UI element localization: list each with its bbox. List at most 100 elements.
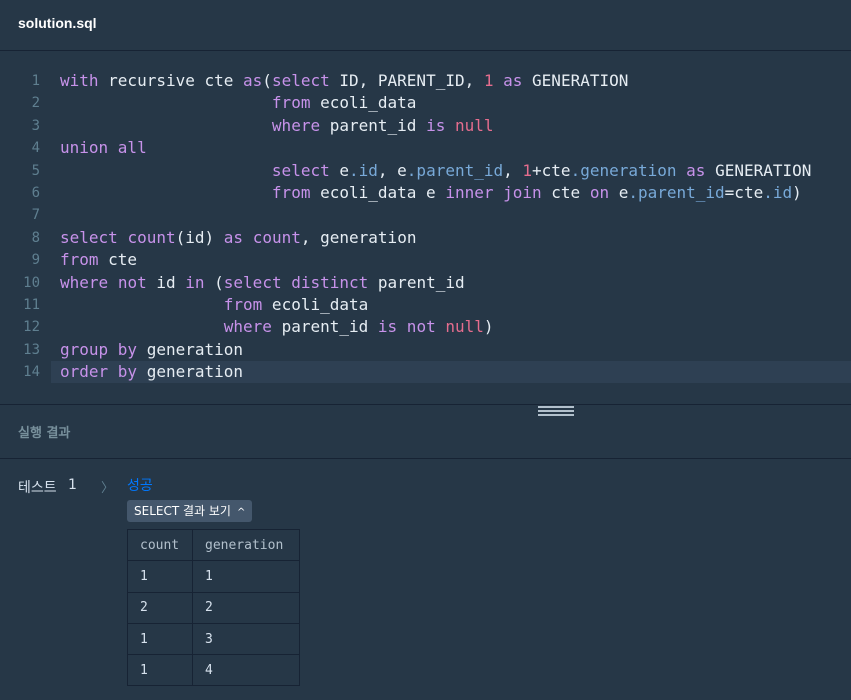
code-text: select e.id, e.parent_id, 1+cte.generati… — [60, 160, 811, 182]
code-token: select — [271, 160, 330, 180]
code-text: union all — [60, 137, 147, 159]
code-line[interactable]: 3 where parent_id is null — [0, 115, 851, 137]
code-line[interactable]: 9 from cte — [0, 249, 851, 271]
code-token: GENERATION — [522, 71, 629, 90]
code-token: from — [223, 294, 263, 314]
table-cell: 1 — [127, 622, 193, 656]
code-line[interactable]: 11 from ecoli_data — [0, 294, 851, 316]
code-token: id — [146, 272, 186, 292]
code-token: ) — [483, 317, 494, 337]
table-row: 1 3 — [127, 622, 300, 656]
code-text: order by generation — [60, 361, 243, 383]
code-token: .parent_id — [406, 160, 504, 180]
code-text: from cte — [60, 249, 137, 271]
line-number: 3 — [31, 117, 40, 134]
code-token: with — [60, 71, 99, 90]
code-line[interactable]: 4 union all — [0, 137, 851, 159]
code-token: ID, PARENT_ID, — [329, 71, 484, 90]
code-token: .generation — [570, 160, 677, 180]
code-line[interactable]: 1 with recursive cte as(select ID, PARENT… — [0, 70, 851, 92]
code-token: ) — [792, 182, 802, 202]
line-number: 1 — [31, 73, 40, 89]
code-token: null — [454, 115, 494, 135]
code-line[interactable]: 10 where not id in (select distinct paren… — [0, 272, 851, 294]
code-line[interactable]: 13 group by generation — [0, 339, 851, 361]
code-token: =cte — [724, 182, 764, 202]
code-lines[interactable]: 1 with recursive cte as(select ID, PARENT… — [0, 70, 851, 384]
code-token: as — [686, 160, 706, 180]
file-title: solution.sql — [18, 15, 97, 31]
result-header: 실행 결과 — [0, 405, 851, 459]
code-token: from — [60, 250, 99, 270]
chevron-up-icon: ^ — [236, 507, 246, 518]
code-token: generation — [137, 362, 244, 382]
code-token: GENERATION — [705, 160, 812, 180]
code-token: where — [223, 317, 272, 337]
select-button-label: SELECT 결과 보기 — [134, 504, 231, 518]
code-token: not — [117, 272, 147, 292]
code-token: union all — [60, 138, 147, 158]
code-token: group by — [60, 339, 138, 359]
table-cell: 1 — [127, 654, 193, 687]
code-text: where parent_id is null — [60, 115, 494, 137]
test-number: 1 — [68, 477, 77, 493]
code-line[interactable]: 14 order by generation — [0, 361, 851, 384]
code-text: select count(id) as count, generation — [60, 227, 416, 249]
chevron-right-icon: 〉 — [101, 481, 115, 496]
code-token: recursive cte — [98, 71, 244, 90]
code-token: as — [223, 227, 244, 247]
test-label: 테스트 — [18, 480, 57, 496]
table-header-row: count generation — [127, 528, 300, 562]
code-token: ( — [262, 71, 272, 90]
code-token: as — [243, 71, 263, 90]
line-number: 2 — [31, 95, 40, 112]
code-token: select — [271, 71, 330, 90]
code-text: with recursive cte as(select ID, PARENT_… — [60, 70, 628, 92]
code-token: e — [609, 182, 629, 202]
code-line[interactable]: 6 from ecoli_data e inner join cte on e.… — [0, 182, 851, 204]
code-line[interactable]: 8 select count(id) as count, generation — [0, 227, 851, 249]
code-text: from ecoli_data — [60, 294, 369, 316]
result-table: count generation 1 1 2 2 1 3 1 4 — [127, 528, 300, 687]
code-token: select — [60, 227, 118, 247]
code-token: , e — [377, 160, 407, 180]
code-token: parent_id — [271, 317, 378, 337]
code-token: .id — [348, 160, 378, 180]
line-number: 14 — [23, 364, 40, 381]
code-token: (id) — [175, 227, 224, 247]
code-token: ecoli_data e — [310, 182, 446, 202]
code-token: , — [503, 160, 523, 180]
table-row: 2 2 — [127, 591, 300, 624]
code-token: select distinct — [223, 272, 369, 292]
code-token: count — [127, 227, 176, 247]
select-result-toggle-button[interactable]: SELECT 결과 보기 ^ — [127, 500, 253, 522]
code-token: in — [185, 272, 205, 292]
code-token: ecoli_data — [262, 294, 369, 314]
code-token: is — [426, 115, 446, 135]
code-token: on — [589, 182, 610, 202]
line-number: 6 — [31, 184, 40, 201]
table-row: 1 4 — [127, 654, 300, 687]
code-line[interactable]: 5 select e.id, e.parent_id, 1+cte.genera… — [0, 160, 851, 182]
code-line[interactable]: 2 from ecoli_data — [0, 92, 851, 114]
code-editor[interactable]: 1 with recursive cte as(select ID, PARENT… — [0, 51, 851, 405]
code-line[interactable]: 7 — [0, 204, 851, 226]
line-number: 10 — [23, 274, 40, 291]
code-text: where parent_id is not null) — [60, 316, 494, 338]
line-number: 8 — [31, 229, 40, 246]
column-header-count: count — [127, 528, 193, 562]
test-status: 성공 — [127, 478, 153, 494]
code-text: from ecoli_data — [60, 92, 417, 114]
line-number: 13 — [23, 341, 40, 358]
result-title: 실행 결과 — [18, 426, 71, 441]
line-number: 9 — [31, 252, 40, 269]
code-line[interactable]: 12 where parent_id is not null) — [0, 316, 851, 338]
